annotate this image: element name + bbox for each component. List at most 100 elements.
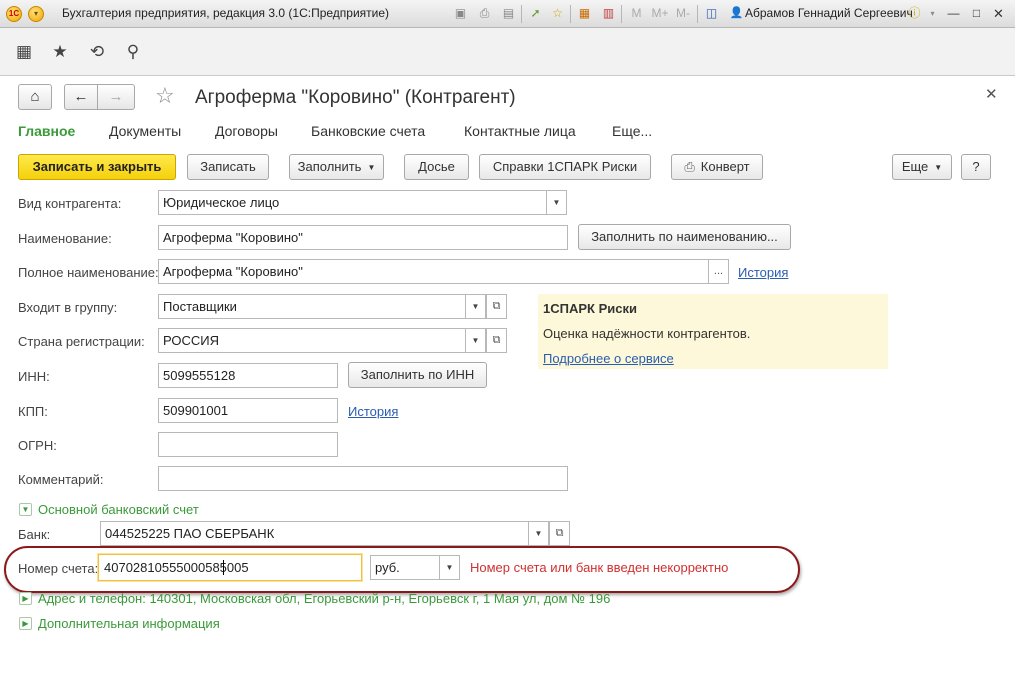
window-layout-icon[interactable]: ◫ bbox=[703, 5, 720, 22]
tab-main[interactable]: Главное bbox=[18, 123, 75, 139]
name-input[interactable]: Агроферма "Коровино" bbox=[158, 225, 568, 250]
print-icon[interactable]: ⎙ bbox=[476, 5, 493, 22]
bank-label: Банк: bbox=[18, 527, 51, 542]
favorites-add-icon[interactable]: ➚ bbox=[527, 5, 544, 22]
spark-more-link[interactable]: Подробнее о сервисе bbox=[543, 351, 674, 366]
envelope-button[interactable]: ⎙ Конверт bbox=[671, 154, 763, 180]
close-icon[interactable]: ✕ bbox=[985, 85, 998, 103]
minimize-icon[interactable]: — bbox=[945, 5, 962, 22]
preview-icon[interactable]: ▤ bbox=[500, 5, 517, 22]
spark-references-button[interactable]: Справки 1СПАРК Риски bbox=[479, 154, 651, 180]
page-title: Агроферма "Коровино" (Контрагент) bbox=[195, 87, 516, 108]
user-name[interactable]: Абрамов Геннадий Сергеевич bbox=[745, 6, 913, 20]
tab-contacts[interactable]: Контактные лица bbox=[464, 123, 576, 139]
calendar-icon[interactable]: ▥ bbox=[600, 5, 617, 22]
inn-label: ИНН: bbox=[18, 369, 50, 384]
country-input[interactable]: РОССИЯ bbox=[158, 328, 466, 353]
main-menu-icon[interactable]: ▾ bbox=[28, 6, 44, 22]
chevron-down-icon: ▼ bbox=[934, 162, 943, 172]
more-button-label: Еще bbox=[901, 159, 929, 174]
fill-by-name-button[interactable]: Заполнить по наименованию... bbox=[578, 224, 791, 250]
calculator-icon[interactable]: ▦ bbox=[576, 5, 593, 22]
fill-by-inn-button[interactable]: Заполнить по ИНН bbox=[348, 362, 487, 388]
spark-panel: 1СПАРК Риски Оценка надёжности контраген… bbox=[538, 294, 888, 369]
star-icon[interactable]: ☆ bbox=[549, 5, 566, 22]
kpp-input[interactable]: 509901001 bbox=[158, 398, 338, 423]
app-logo-icon: 1С bbox=[6, 6, 22, 22]
full-name-label: Полное наименование: bbox=[18, 265, 159, 280]
spark-title: 1СПАРК Риски bbox=[543, 301, 637, 316]
country-label: Страна регистрации: bbox=[18, 334, 145, 349]
save-close-button[interactable]: Записать и закрыть bbox=[18, 154, 176, 180]
home-button[interactable]: ⌂ bbox=[18, 84, 52, 110]
toolbar-separator bbox=[621, 5, 622, 23]
memory-minus-icon[interactable]: M- bbox=[673, 5, 693, 22]
group-dropdown-icon[interactable]: ▼ bbox=[465, 294, 486, 319]
chevron-down-icon: ▼ bbox=[367, 162, 376, 172]
memory-icon[interactable]: M bbox=[628, 5, 645, 22]
info-icon[interactable]: ⓘ bbox=[906, 5, 923, 22]
extra-group-title[interactable]: Дополнительная информация bbox=[38, 616, 220, 631]
tab-contracts[interactable]: Договоры bbox=[215, 123, 278, 139]
sections-toolbar: ▦ ★ ⟲ ⚲ bbox=[0, 28, 1015, 76]
comment-input[interactable] bbox=[158, 466, 568, 491]
fill-button[interactable]: Заполнить ▼ bbox=[289, 154, 384, 180]
full-name-ellipsis-button[interactable]: ... bbox=[708, 259, 729, 284]
dossier-button[interactable]: Досье bbox=[404, 154, 469, 180]
help-button[interactable]: ? bbox=[961, 154, 991, 180]
address-group-title[interactable]: Адрес и телефон: 140301, Московская обл,… bbox=[38, 591, 610, 606]
bank-open-icon[interactable]: ⧉ bbox=[549, 521, 570, 546]
forward-button[interactable]: → bbox=[97, 84, 135, 110]
search-icon[interactable]: ⚲ bbox=[122, 41, 144, 63]
kind-dropdown-icon[interactable]: ▼ bbox=[546, 190, 567, 215]
kind-label: Вид контрагента: bbox=[18, 196, 122, 211]
extra-group-expand-icon[interactable]: ▶ bbox=[19, 617, 32, 630]
inn-input[interactable]: 5099555128 bbox=[158, 363, 338, 388]
full-name-history-link[interactable]: История bbox=[738, 265, 788, 280]
spark-description: Оценка надёжности контрагентов. bbox=[543, 326, 751, 341]
group-label: Входит в группу: bbox=[18, 300, 118, 315]
toolbar-separator bbox=[570, 5, 571, 23]
ogrn-input[interactable] bbox=[158, 432, 338, 457]
error-highlight-ellipse bbox=[4, 546, 800, 593]
toolbar-separator bbox=[521, 5, 522, 23]
app-title: Бухгалтерия предприятия, редакция 3.0 (1… bbox=[62, 6, 390, 20]
comment-label: Комментарий: bbox=[18, 472, 104, 487]
sections-grid-icon[interactable]: ▦ bbox=[13, 41, 35, 63]
bank-input[interactable]: 044525225 ПАО СБЕРБАНК bbox=[100, 521, 529, 546]
bank-group-title[interactable]: Основной банковский счет bbox=[38, 502, 199, 517]
toolbar-separator bbox=[697, 5, 698, 23]
full-name-input[interactable]: Агроферма "Коровино" bbox=[158, 259, 709, 284]
tab-more[interactable]: Еще... bbox=[612, 123, 652, 139]
printer-icon: ⎙ bbox=[684, 159, 695, 174]
kpp-label: КПП: bbox=[18, 404, 48, 419]
favorite-star-icon[interactable]: ☆ bbox=[155, 83, 175, 109]
back-button[interactable]: ← bbox=[64, 84, 98, 110]
group-input[interactable]: Поставщики bbox=[158, 294, 466, 319]
country-open-icon[interactable]: ⧉ bbox=[486, 328, 507, 353]
title-bar: 1С ▾ Бухгалтерия предприятия, редакция 3… bbox=[0, 0, 1015, 28]
address-group-expand-icon[interactable]: ▶ bbox=[19, 592, 32, 605]
group-open-icon[interactable]: ⧉ bbox=[486, 294, 507, 319]
maximize-icon[interactable]: □ bbox=[968, 5, 985, 22]
tab-documents[interactable]: Документы bbox=[109, 123, 181, 139]
history-icon[interactable]: ⟲ bbox=[86, 41, 108, 63]
tab-bank-accounts[interactable]: Банковские счета bbox=[311, 123, 425, 139]
more-button[interactable]: Еще ▼ bbox=[892, 154, 952, 180]
save-icon[interactable]: ▣ bbox=[452, 5, 469, 22]
envelope-button-label: Конверт bbox=[700, 159, 750, 174]
country-dropdown-icon[interactable]: ▼ bbox=[465, 328, 486, 353]
bank-group-collapse-icon[interactable]: ▼ bbox=[19, 503, 32, 516]
fill-button-label: Заполнить bbox=[297, 159, 362, 174]
user-icon: 👤 bbox=[729, 7, 744, 19]
bank-dropdown-icon[interactable]: ▼ bbox=[528, 521, 549, 546]
counterparty-form: ⌂ ← → ☆ Агроферма "Коровино" (Контрагент… bbox=[0, 76, 1015, 674]
save-button[interactable]: Записать bbox=[187, 154, 269, 180]
close-window-icon[interactable]: ✕ bbox=[990, 5, 1007, 22]
chevron-down-icon[interactable]: ▾ bbox=[924, 5, 941, 22]
kpp-history-link[interactable]: История bbox=[348, 404, 398, 419]
ogrn-label: ОГРН: bbox=[18, 438, 57, 453]
memory-plus-icon[interactable]: M+ bbox=[650, 5, 670, 22]
favorites-star-icon[interactable]: ★ bbox=[49, 41, 71, 63]
kind-select[interactable]: Юридическое лицо bbox=[158, 190, 547, 215]
